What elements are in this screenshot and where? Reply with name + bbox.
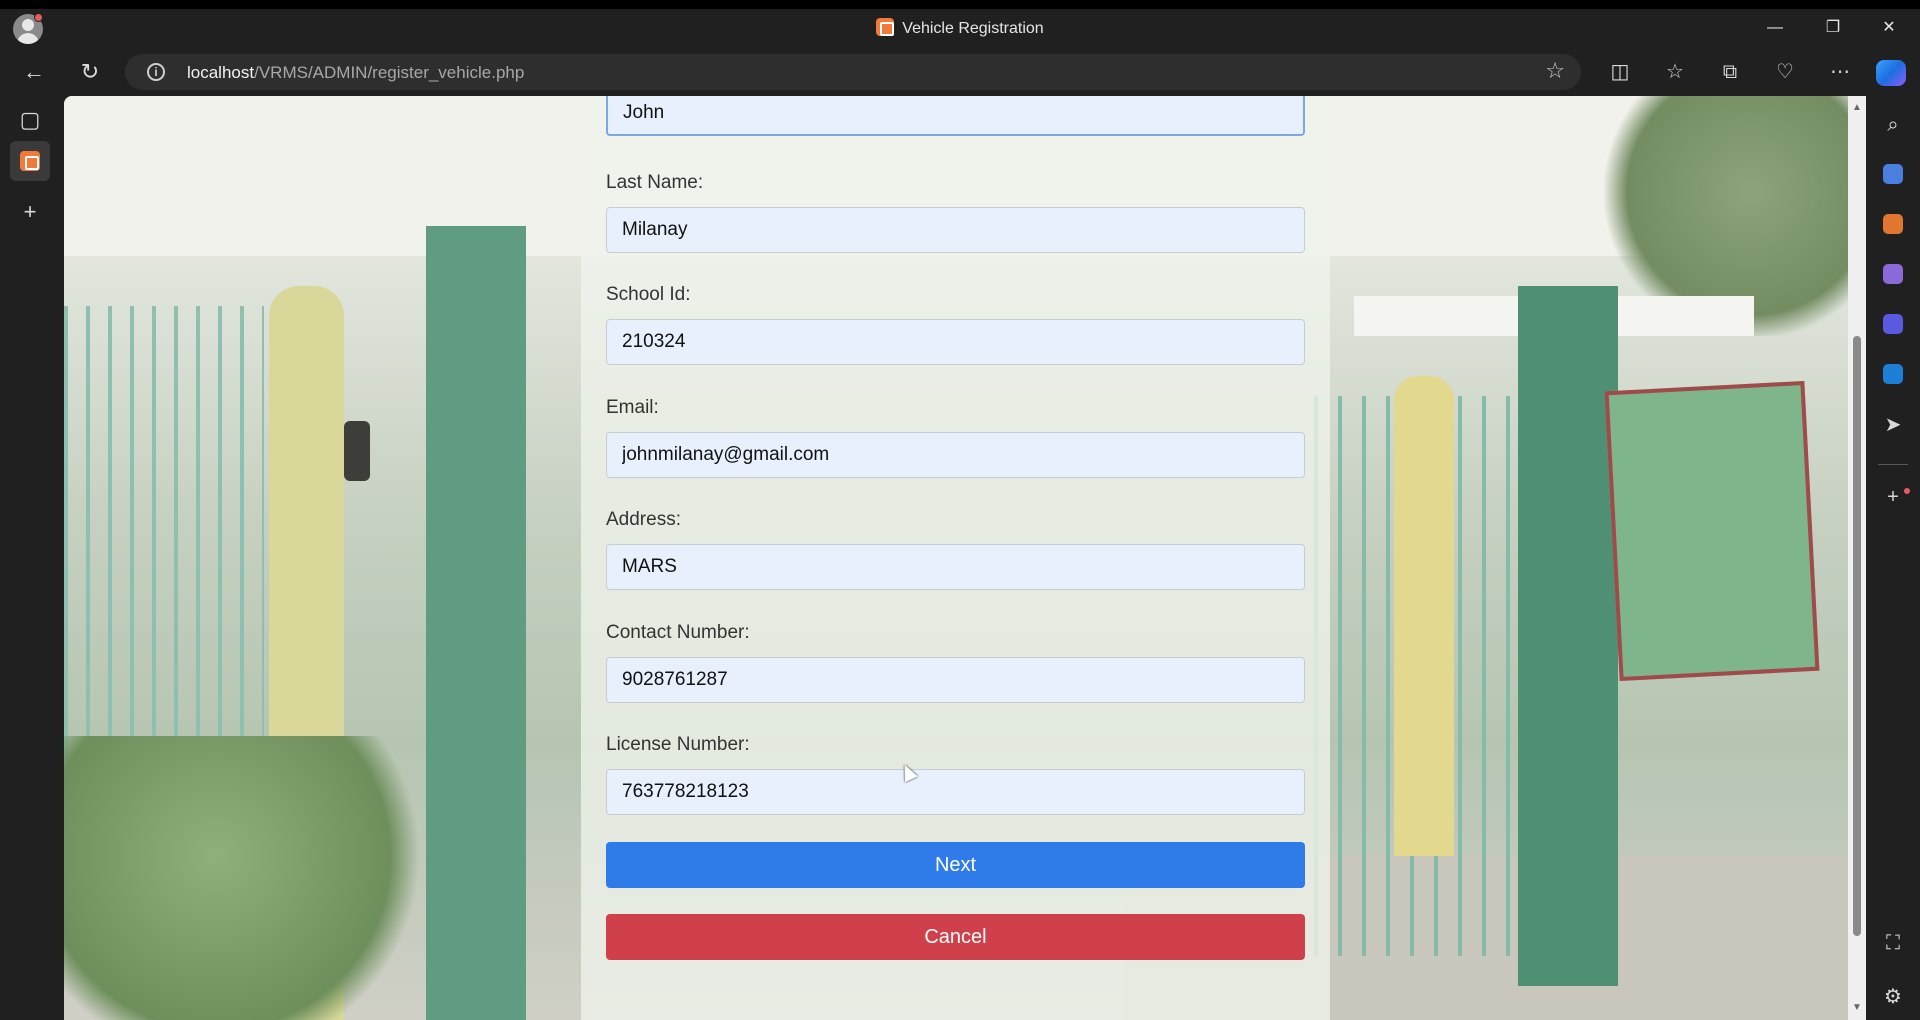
site-info-icon[interactable]: i [147,63,165,81]
xampp-favicon-icon [876,18,895,36]
registration-form: Last Name: School Id: Email: Address: Co… [581,96,1330,1020]
new-tab-icon[interactable]: + [10,192,50,232]
email-label: Email: [606,397,659,418]
title-bar: Vehicle Registration — ❐ ✕ [0,0,1920,58]
scroll-up-icon[interactable]: ▲ [1852,102,1862,113]
sidebar-divider [1878,464,1908,465]
copilot-icon[interactable] [1876,60,1906,86]
url-host: localhost [187,63,255,82]
screenshot-icon[interactable]: ⛶ [1876,926,1910,960]
shopping-icon[interactable] [1876,158,1910,192]
first-name-input[interactable] [606,96,1305,136]
next-button[interactable]: Next [606,842,1305,888]
page-scrollbar[interactable]: ▲ ▼ [1848,96,1866,1020]
last-name-label: Last Name: [606,172,704,193]
address-input[interactable] [606,544,1305,590]
outlook-icon[interactable] [1876,358,1910,392]
games-icon[interactable] [1876,258,1910,292]
address-label: Address: [606,509,681,530]
close-window-button[interactable]: ✕ [1866,13,1912,49]
collections-icon[interactable]: ⧉ [1710,54,1750,90]
microsoft-365-icon[interactable] [1876,308,1910,342]
scroll-down-icon[interactable]: ▼ [1852,1002,1862,1013]
search-icon[interactable]: ⌕ [1876,108,1910,142]
drop-icon[interactable]: ➤ [1876,408,1910,442]
vertical-tab-bar: ▢ + [0,96,64,1020]
more-icon[interactable]: ⋯ [1820,54,1860,90]
background-yellow-pillar-right [1394,376,1454,856]
add-icon[interactable]: + [1876,480,1910,514]
background-banner [1604,380,1820,682]
background-bush [64,736,444,1020]
scrollbar-thumb[interactable] [1853,336,1861,936]
browser-essentials-icon[interactable]: ♡ [1765,54,1805,90]
edge-sidebar: ⌕ ➤ + ⛶ ⚙ [1866,96,1920,1020]
restore-button[interactable]: ❐ [1810,13,1856,49]
window-title: Vehicle Registration [0,18,1920,38]
split-screen-icon[interactable]: ◫ [1600,54,1640,90]
tools-icon[interactable] [1876,208,1910,242]
url-path: /VRMS/ADMIN/register_vehicle.php [254,63,525,82]
xampp-tab-icon[interactable] [10,141,50,181]
background-lamp [344,421,370,481]
tab-actions-icon[interactable]: ▢ [10,100,50,140]
address-bar[interactable]: i localhost/VRMS/ADMIN/register_vehicle.… [125,54,1581,90]
email-input[interactable] [606,432,1305,478]
url-text[interactable]: localhost/VRMS/ADMIN/register_vehicle.ph… [187,63,524,83]
license-number-label: License Number: [606,734,750,755]
reload-button[interactable]: ↻ [70,54,110,90]
school-id-label: School Id: [606,284,691,305]
contact-number-input[interactable] [606,657,1305,703]
school-id-input[interactable] [606,319,1305,365]
settings-icon[interactable]: ⚙ [1876,980,1910,1014]
minimize-button[interactable]: — [1752,13,1798,49]
background-green-pillar-right [1518,286,1618,986]
cancel-button[interactable]: Cancel [606,914,1305,960]
favorite-star-icon[interactable]: ☆ [1545,58,1565,84]
back-button[interactable]: ← [14,54,54,90]
contact-number-label: Contact Number: [606,622,750,643]
favorites-icon[interactable]: ☆ [1655,54,1695,90]
license-number-input[interactable] [606,769,1305,815]
page-viewport: Last Name: School Id: Email: Address: Co… [64,96,1848,1020]
last-name-input[interactable] [606,207,1305,253]
window-title-text: Vehicle Registration [902,20,1044,37]
notification-dot [1904,488,1910,494]
